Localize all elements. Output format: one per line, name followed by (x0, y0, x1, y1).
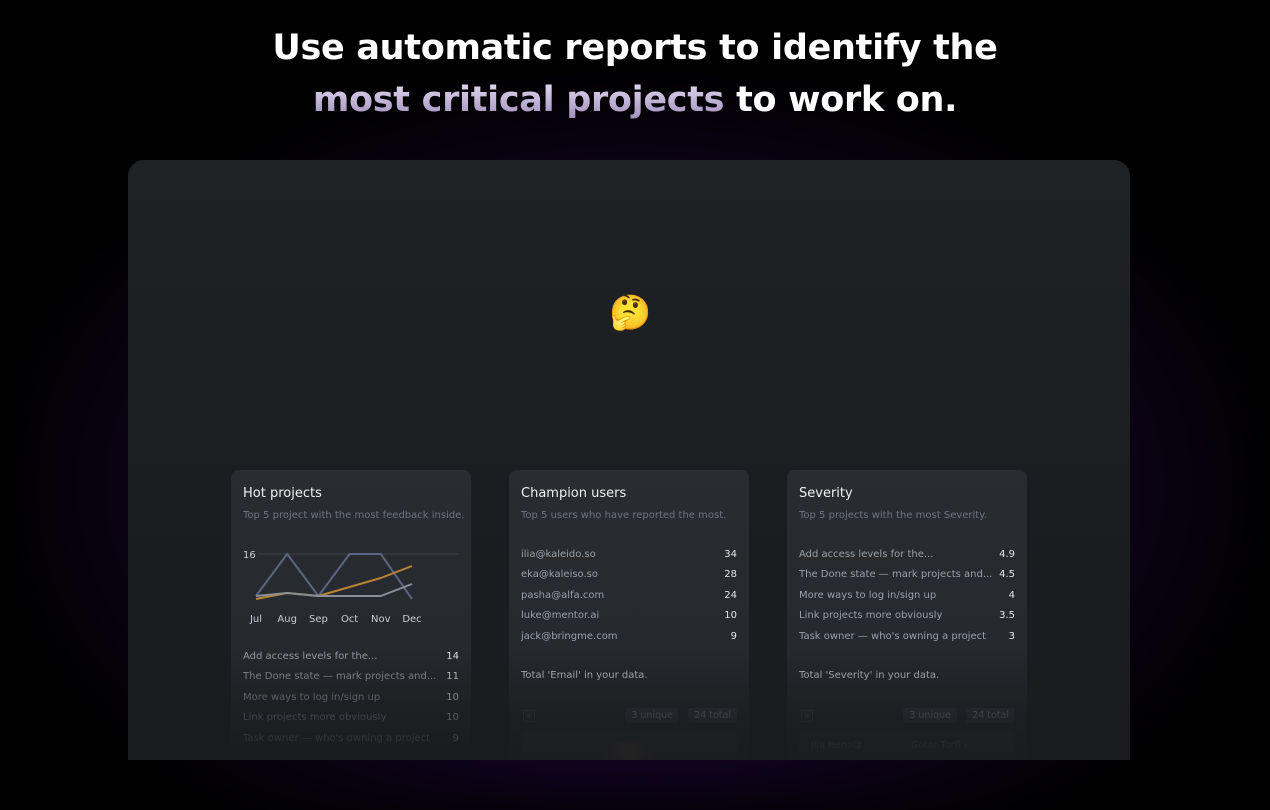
list-item[interactable]: pasha@alfa.com 24 (521, 585, 737, 606)
hot-projects-card[interactable]: Hot projects Top 5 project with the most… (231, 470, 471, 760)
values-preview: Ilia Henotz · Gotar Torfl › (799, 732, 1015, 760)
card-subtitle: Top 5 projects with the most Severity. (799, 510, 987, 521)
list-item[interactable]: luke@mentor.ai 10 (521, 606, 737, 627)
field-type-icon: ≡ (801, 710, 813, 722)
total-count-badge: 24 total (688, 708, 737, 723)
list-item[interactable]: Link projects more obviously 10 (243, 708, 459, 729)
list-item[interactable]: Task owner — who's owning a project 3 (799, 626, 1015, 647)
x-tick-label: Nov (371, 614, 391, 625)
value-chip-left: Ilia Henotz · (811, 740, 868, 751)
card-title: Champion users (521, 486, 627, 501)
list-item[interactable]: Add access levels for the... 4.9 (799, 544, 1015, 565)
list-item[interactable]: More ways to log in/sign up 4 (799, 585, 1015, 606)
field-type-icon: ≡ (523, 710, 535, 722)
headline-line-1: Use automatic reports to identify the (272, 28, 998, 68)
y-tick-label: 16 (243, 550, 256, 561)
total-label: Total 'Severity' in your data. (799, 670, 940, 681)
severity-card[interactable]: Severity Top 5 projects with the most Se… (787, 470, 1027, 760)
card-title: Hot projects (243, 486, 322, 501)
list-item[interactable]: The Done state — mark projects and... 4.5 (799, 565, 1015, 586)
x-tick-label: Jul (249, 614, 262, 625)
card-title: Severity (799, 486, 853, 501)
headline-rest: to work on. (724, 80, 958, 120)
list-item[interactable]: eka@kaleiso.so 28 (521, 565, 737, 586)
list-item[interactable]: ilia@kaleido.so 34 (521, 544, 737, 565)
champion-users-card[interactable]: Champion users Top 5 users who have repo… (509, 470, 749, 760)
total-count-badge: 24 total (966, 708, 1015, 723)
unique-count-badge: 3 unique (625, 708, 679, 723)
field-summary-bar: ≡ 3 unique 24 total (799, 708, 1015, 724)
x-tick-label: Dec (402, 614, 421, 625)
field-summary-bar: ≡ 3 unique 24 total (521, 708, 737, 724)
chart-series-line-2 (255, 583, 413, 597)
list-item[interactable]: Add access levels for the... 14 (243, 646, 459, 667)
severity-list: Add access levels for the... 4.9 The Done… (799, 544, 1015, 647)
thinking-face-icon: 🤔 (609, 293, 652, 333)
hot-projects-chart: 16 Jul Aug Sep Oct Nov Dec (243, 550, 459, 625)
x-tick-label: Aug (277, 614, 297, 625)
reports-panel: 🤔 Hot projects Top 5 project with the mo… (128, 160, 1130, 760)
x-tick-label: Oct (341, 614, 358, 625)
list-item[interactable]: More ways to log in/sign up 10 (243, 687, 459, 708)
value-chip-right: Gotar Torfl › (911, 740, 968, 751)
list-item[interactable]: Task owner — who's owning a project 9 (243, 728, 459, 749)
champion-users-list: ilia@kaleido.so 34 eka@kaleiso.so 28 pasha… (521, 544, 737, 647)
unique-count-badge: 3 unique (903, 708, 957, 723)
list-item[interactable]: The Done state — mark projects and... 11 (243, 667, 459, 688)
card-subtitle: Top 5 users who have reported the most. (521, 510, 727, 521)
headline-accent: most critical projects (312, 80, 725, 120)
hot-projects-list: Add access levels for the... 14 The Done … (243, 646, 459, 749)
x-tick-label: Sep (309, 614, 328, 625)
list-item[interactable]: jack@bringme.com 9 (521, 626, 737, 647)
page-headline: Use automatic reports to identify the mo… (0, 22, 1270, 126)
list-item[interactable]: Link projects more obviously 3.5 (799, 606, 1015, 627)
total-label: Total 'Email' in your data. (521, 670, 648, 681)
card-subtitle: Top 5 project with the most feedback ins… (243, 510, 465, 521)
